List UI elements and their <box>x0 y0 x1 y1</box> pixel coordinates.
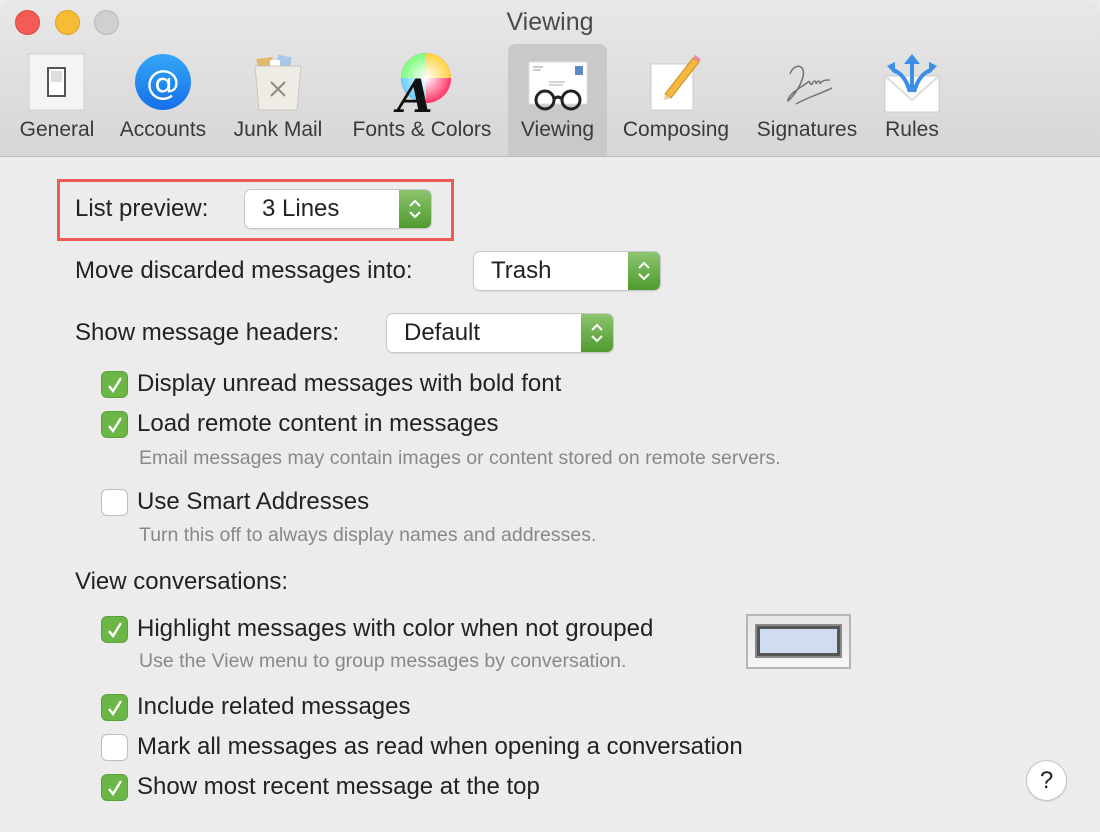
tab-composing[interactable]: Composing <box>612 44 740 156</box>
recent-top-checkbox[interactable] <box>101 774 128 801</box>
remote-content-checkbox[interactable] <box>101 411 128 438</box>
junk-bin-icon <box>247 52 309 114</box>
smart-addresses-label: Use Smart Addresses <box>137 488 370 515</box>
window-title: Viewing <box>506 8 594 36</box>
view-conversations-label: View conversations: <box>75 568 288 595</box>
pencil-paper-icon <box>645 52 707 114</box>
include-related-checkbox[interactable] <box>101 694 128 721</box>
list-preview-popup[interactable]: 3 Lines <box>245 190 431 228</box>
highlight-color-label: Highlight messages with color when not g… <box>137 615 654 642</box>
signature-icon <box>776 52 838 114</box>
message-headers-label: Show message headers: <box>75 319 340 346</box>
remote-content-note: Email messages may contain images or con… <box>139 447 781 469</box>
highlight-color-well[interactable] <box>746 614 851 669</box>
message-headers-popup[interactable]: Default <box>387 314 613 352</box>
updown-chevron-icon <box>581 314 613 352</box>
move-discarded-label: Move discarded messages into: <box>75 257 413 284</box>
svg-text:A: A <box>393 69 433 114</box>
help-button[interactable]: ? <box>1027 761 1066 800</box>
glasses-letter-icon <box>527 52 589 114</box>
envelope-arrows-icon <box>881 52 943 114</box>
updown-chevron-icon <box>399 190 431 228</box>
move-discarded-popup[interactable]: Trash <box>474 252 660 290</box>
color-wheel-font-icon: A <box>391 52 453 123</box>
list-preview-label: List preview: <box>75 195 209 222</box>
checkmark-icon <box>108 622 123 639</box>
recent-top-label: Show most recent message at the top <box>137 773 540 800</box>
message-headers-value: Default <box>404 319 481 346</box>
tab-fonts-colors[interactable]: A Fonts & Colors <box>340 44 504 156</box>
highlight-color-swatch <box>755 624 842 658</box>
svg-text:@: @ <box>146 63 180 103</box>
viewing-settings-panel: List preview: 3 Lines Move discarded mes… <box>0 157 1100 832</box>
tab-junk-mail[interactable]: Junk Mail <box>222 44 334 156</box>
mark-read-checkbox[interactable] <box>101 734 128 761</box>
switch-icon <box>26 52 88 114</box>
at-sign-icon: @ <box>132 52 194 114</box>
smart-addresses-note: Turn this off to always display names an… <box>139 524 597 546</box>
highlight-color-note: Use the View menu to group messages by c… <box>139 650 627 672</box>
highlight-color-checkbox[interactable] <box>101 616 128 643</box>
mail-preferences-window: Viewing General @ Accounts Junk Mail A F… <box>0 0 1100 832</box>
remote-content-label: Load remote content in messages <box>137 410 499 437</box>
title-bar: Viewing General @ Accounts Junk Mail A F… <box>0 0 1100 157</box>
move-discarded-value: Trash <box>491 257 552 284</box>
tab-signatures[interactable]: Signatures <box>746 44 868 156</box>
bold-unread-label: Display unread messages with bold font <box>137 370 562 397</box>
tab-rules[interactable]: Rules <box>874 44 950 156</box>
tab-general[interactable]: General <box>10 44 104 156</box>
updown-chevron-icon <box>628 252 660 290</box>
checkmark-icon <box>108 700 123 717</box>
smart-addresses-checkbox[interactable] <box>101 489 128 516</box>
tab-viewing[interactable]: Viewing <box>508 44 607 156</box>
checkmark-icon <box>108 780 123 797</box>
include-related-label: Include related messages <box>137 693 411 720</box>
tab-accounts[interactable]: @ Accounts <box>110 44 216 156</box>
bold-unread-checkbox[interactable] <box>101 371 128 398</box>
mark-read-label: Mark all messages as read when opening a… <box>137 733 743 760</box>
checkmark-icon <box>108 417 123 434</box>
checkmark-icon <box>108 377 123 394</box>
list-preview-value: 3 Lines <box>262 195 340 222</box>
